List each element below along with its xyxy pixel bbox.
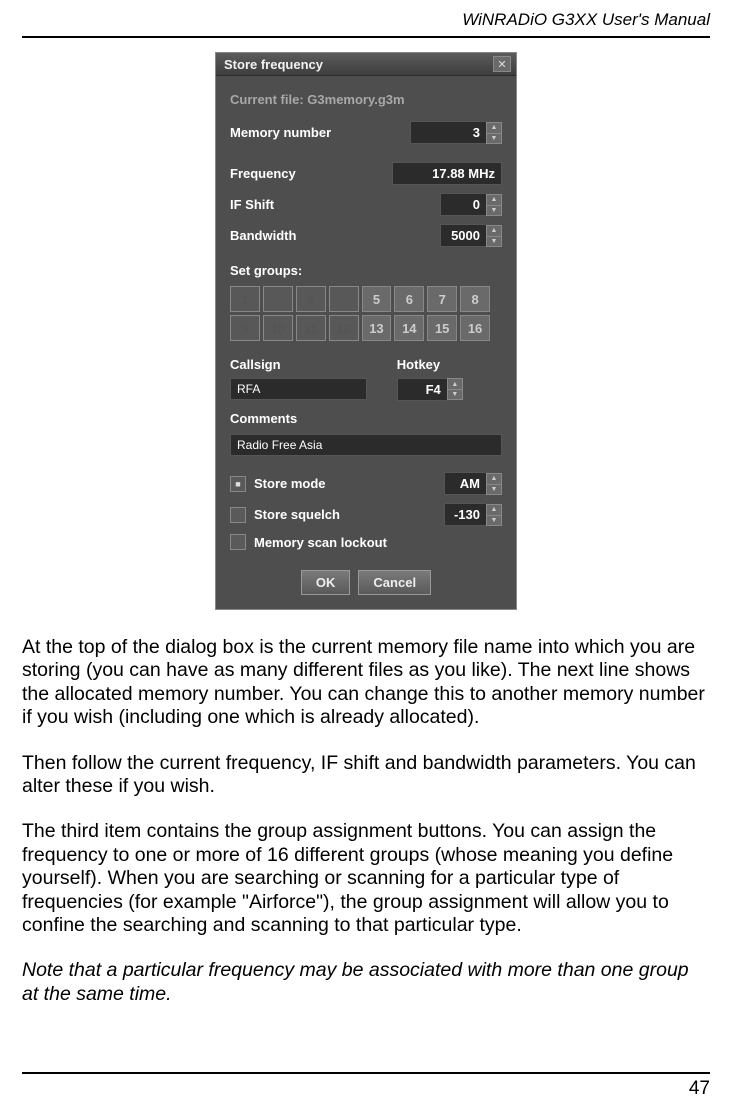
group-button-5[interactable]: 5 xyxy=(362,286,392,312)
store-mode-label: Store mode xyxy=(254,476,444,491)
chevron-up-icon[interactable]: ▲ xyxy=(447,378,463,389)
memory-number-spinner[interactable]: ▲▼ xyxy=(486,122,502,144)
dialog-title: Store frequency xyxy=(224,57,323,72)
lockout-label: Memory scan lockout xyxy=(254,535,502,550)
paragraph-1: At the top of the dialog box is the curr… xyxy=(22,636,710,730)
ifshift-label: IF Shift xyxy=(230,197,440,212)
cancel-button[interactable]: Cancel xyxy=(358,570,431,595)
group-button-2[interactable] xyxy=(263,286,293,312)
chevron-up-icon[interactable]: ▲ xyxy=(486,122,502,133)
group-button-8[interactable]: 8 xyxy=(460,286,490,312)
current-file-value: G3memory.g3m xyxy=(307,92,404,107)
comments-input[interactable] xyxy=(230,434,502,456)
store-squelch-checkbox[interactable] xyxy=(230,507,246,523)
group-button-13[interactable]: 13 xyxy=(362,315,392,341)
bandwidth-spinner[interactable]: ▲▼ xyxy=(486,225,502,247)
comments-label: Comments xyxy=(230,411,502,426)
chevron-down-icon[interactable]: ▼ xyxy=(486,133,502,144)
memory-number-label: Memory number xyxy=(230,125,410,140)
chevron-up-icon[interactable]: ▲ xyxy=(486,194,502,205)
group-button-3[interactable]: 3 xyxy=(296,286,326,312)
chevron-down-icon[interactable]: ▼ xyxy=(447,389,463,400)
chevron-down-icon[interactable]: ▼ xyxy=(486,236,502,247)
dialog-titlebar: Store frequency ✕ xyxy=(216,53,516,76)
ifshift-field[interactable]: 0 xyxy=(440,193,486,216)
group-button-10[interactable]: 10 xyxy=(263,315,293,341)
hotkey-label: Hotkey xyxy=(397,357,502,372)
chevron-up-icon[interactable]: ▲ xyxy=(486,473,502,484)
group-button-12[interactable]: 12 xyxy=(329,315,359,341)
store-mode-spinner[interactable]: ▲▼ xyxy=(486,473,502,495)
chevron-down-icon[interactable]: ▼ xyxy=(486,205,502,216)
group-button-6[interactable]: 6 xyxy=(394,286,424,312)
callsign-input[interactable] xyxy=(230,378,367,400)
manual-header: WiNRADiO G3XX User's Manual xyxy=(22,10,710,32)
chevron-up-icon[interactable]: ▲ xyxy=(486,504,502,515)
hotkey-field[interactable]: F4 xyxy=(397,378,447,401)
group-grid: 135678910111213141516 xyxy=(230,286,490,341)
store-squelch-label: Store squelch xyxy=(254,507,444,522)
chevron-down-icon[interactable]: ▼ xyxy=(486,515,502,526)
hotkey-spinner[interactable]: ▲▼ xyxy=(447,378,463,401)
footer-rule xyxy=(22,1072,710,1074)
group-button-16[interactable]: 16 xyxy=(460,315,490,341)
group-button-7[interactable]: 7 xyxy=(427,286,457,312)
chevron-down-icon[interactable]: ▼ xyxy=(486,484,502,495)
bandwidth-label: Bandwidth xyxy=(230,228,440,243)
header-rule xyxy=(22,36,710,38)
paragraph-4: Note that a particular frequency may be … xyxy=(22,959,710,1006)
store-mode-checkbox[interactable] xyxy=(230,476,246,492)
group-button-11[interactable]: 11 xyxy=(296,315,326,341)
frequency-field[interactable]: 17.88 MHz xyxy=(392,162,502,185)
store-mode-field[interactable]: AM xyxy=(444,472,486,495)
memory-number-field[interactable]: 3 xyxy=(410,121,486,144)
group-button-9[interactable]: 9 xyxy=(230,315,260,341)
close-icon[interactable]: ✕ xyxy=(493,56,511,72)
group-button-14[interactable]: 14 xyxy=(394,315,424,341)
ifshift-spinner[interactable]: ▲▼ xyxy=(486,194,502,216)
frequency-label: Frequency xyxy=(230,166,392,181)
store-squelch-field[interactable]: -130 xyxy=(444,503,486,526)
group-button-1[interactable]: 1 xyxy=(230,286,260,312)
paragraph-3: The third item contains the group assign… xyxy=(22,820,710,937)
current-file-label: Current file: xyxy=(230,92,304,107)
callsign-label: Callsign xyxy=(230,357,367,372)
set-groups-label: Set groups: xyxy=(230,263,502,278)
store-squelch-spinner[interactable]: ▲▼ xyxy=(486,504,502,526)
ok-button[interactable]: OK xyxy=(301,570,351,595)
store-frequency-dialog: Store frequency ✕ Current file: G3memory… xyxy=(215,52,517,610)
group-button-15[interactable]: 15 xyxy=(427,315,457,341)
paragraph-2: Then follow the current frequency, IF sh… xyxy=(22,752,710,799)
page-number: 47 xyxy=(22,1078,710,1100)
bandwidth-field[interactable]: 5000 xyxy=(440,224,486,247)
group-button-4[interactable] xyxy=(329,286,359,312)
lockout-checkbox[interactable] xyxy=(230,534,246,550)
chevron-up-icon[interactable]: ▲ xyxy=(486,225,502,236)
current-file-line: Current file: G3memory.g3m xyxy=(230,92,502,107)
